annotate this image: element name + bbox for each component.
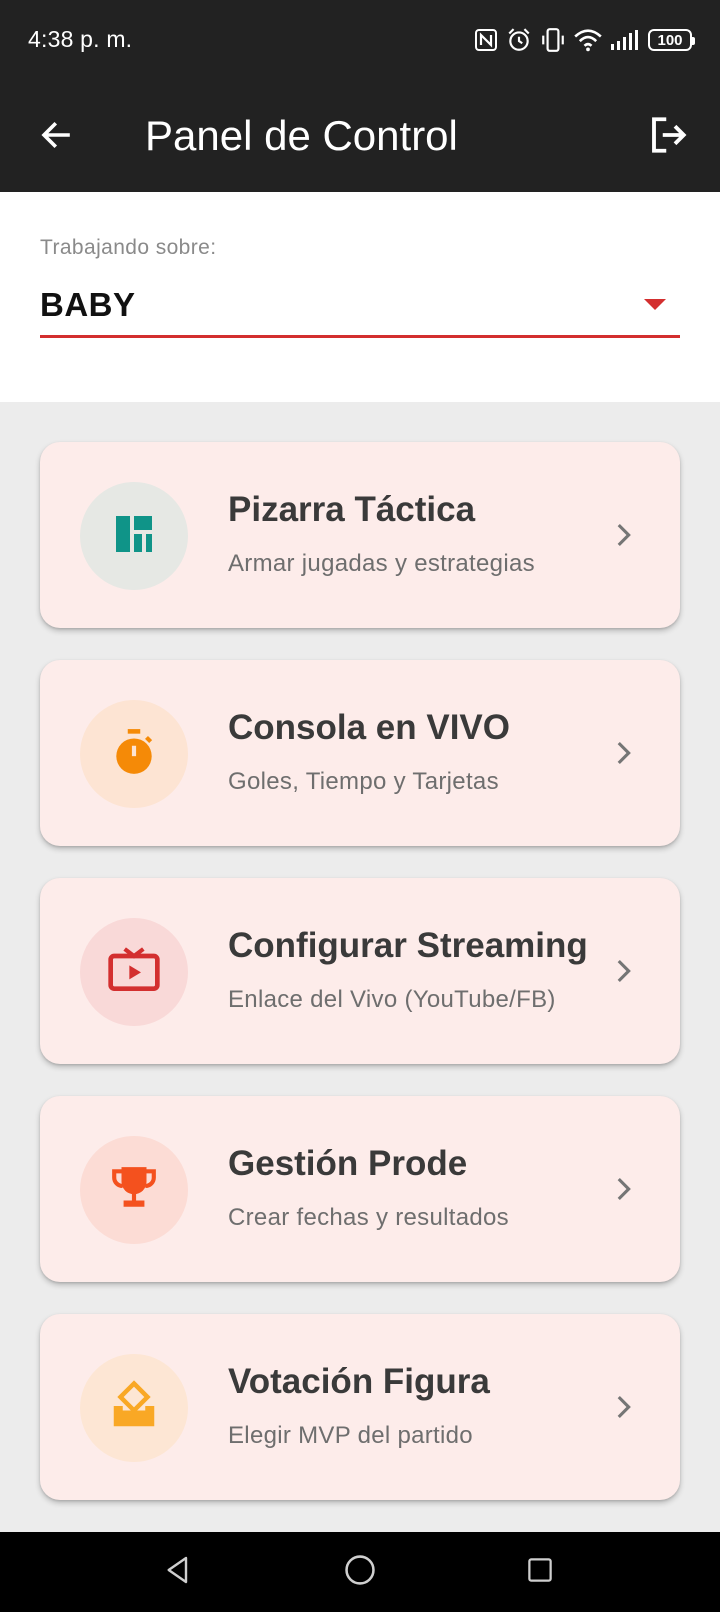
chevron-right-icon [606, 518, 640, 552]
team-selector-section: Trabajando sobre: BABY [0, 192, 720, 402]
dropdown-arrow-icon [644, 299, 666, 310]
card-icon-circle [80, 1136, 188, 1244]
logout-icon [647, 114, 689, 161]
alarm-icon [506, 27, 532, 53]
trophy-icon [109, 1163, 159, 1218]
status-icons: 100 [474, 24, 695, 56]
logout-button[interactable] [640, 109, 696, 165]
card-title: Votación Figura [228, 1362, 490, 1401]
menu-card-consola-en-vivo[interactable]: Consola en VIVO Goles, Tiempo y Tarjetas [40, 660, 680, 846]
menu-card-gestion-prode[interactable]: Gestión Prode Crear fechas y resultados [40, 1096, 680, 1282]
chevron-right-icon [606, 736, 640, 770]
card-icon-circle [80, 918, 188, 1026]
nav-recents-button[interactable] [520, 1552, 560, 1592]
app-bar: Panel de Control [0, 82, 720, 192]
status-bar: 4:38 p. m. 100 [0, 0, 720, 82]
nav-back-icon [162, 1554, 194, 1591]
menu-list: Pizarra Táctica Armar jugadas y estrateg… [40, 442, 680, 1532]
card-title: Pizarra Táctica [228, 490, 476, 529]
nfc-icon [474, 28, 498, 52]
chevron-right-icon [606, 1172, 640, 1206]
card-title: Consola en VIVO [228, 708, 510, 747]
menu-card-configurar-streaming[interactable]: Configurar Streaming Enlace del Vivo (Yo… [40, 878, 680, 1064]
nav-home-icon [343, 1553, 377, 1592]
chevron-right-icon [606, 954, 640, 988]
back-button[interactable] [28, 109, 84, 165]
menu-card-votacion-figura[interactable]: Votación Figura Elegir MVP del partido [40, 1314, 680, 1500]
nav-home-button[interactable] [340, 1552, 380, 1592]
timer-icon [109, 727, 159, 782]
page-title: Panel de Control [145, 112, 458, 159]
vibrate-icon [540, 27, 566, 53]
arrow-left-icon [38, 117, 74, 158]
card-icon-circle [80, 700, 188, 808]
nav-recents-icon [525, 1555, 555, 1590]
card-icon-circle [80, 1354, 188, 1462]
selected-team: BABY [40, 286, 136, 323]
card-title: Configurar Streaming [228, 926, 588, 965]
battery-icon: 100 [648, 29, 695, 51]
selector-label: Trabajando sobre: [40, 236, 217, 259]
card-subtitle: Enlace del Vivo (YouTube/FB) [228, 986, 556, 1013]
chevron-right-icon [606, 1390, 640, 1424]
nav-back-button[interactable] [158, 1552, 198, 1592]
battery-level: 100 [657, 31, 683, 49]
card-icon-circle [80, 482, 188, 590]
live-tv-icon [106, 942, 162, 1003]
status-time: 4:38 p. m. [28, 26, 133, 52]
team-dropdown[interactable]: BABY [40, 280, 680, 338]
card-subtitle: Elegir MVP del partido [228, 1422, 473, 1449]
wifi-icon [574, 28, 602, 52]
card-title: Gestión Prode [228, 1144, 468, 1183]
vote-icon [107, 1379, 161, 1438]
card-subtitle: Goles, Tiempo y Tarjetas [228, 768, 499, 795]
system-nav-bar [0, 1532, 720, 1612]
card-subtitle: Crear fechas y resultados [228, 1204, 509, 1231]
signal-icon [610, 29, 640, 51]
menu-card-pizarra-tactica[interactable]: Pizarra Táctica Armar jugadas y estrateg… [40, 442, 680, 628]
dashboard-icon [110, 510, 158, 563]
card-subtitle: Armar jugadas y estrategias [228, 550, 535, 577]
